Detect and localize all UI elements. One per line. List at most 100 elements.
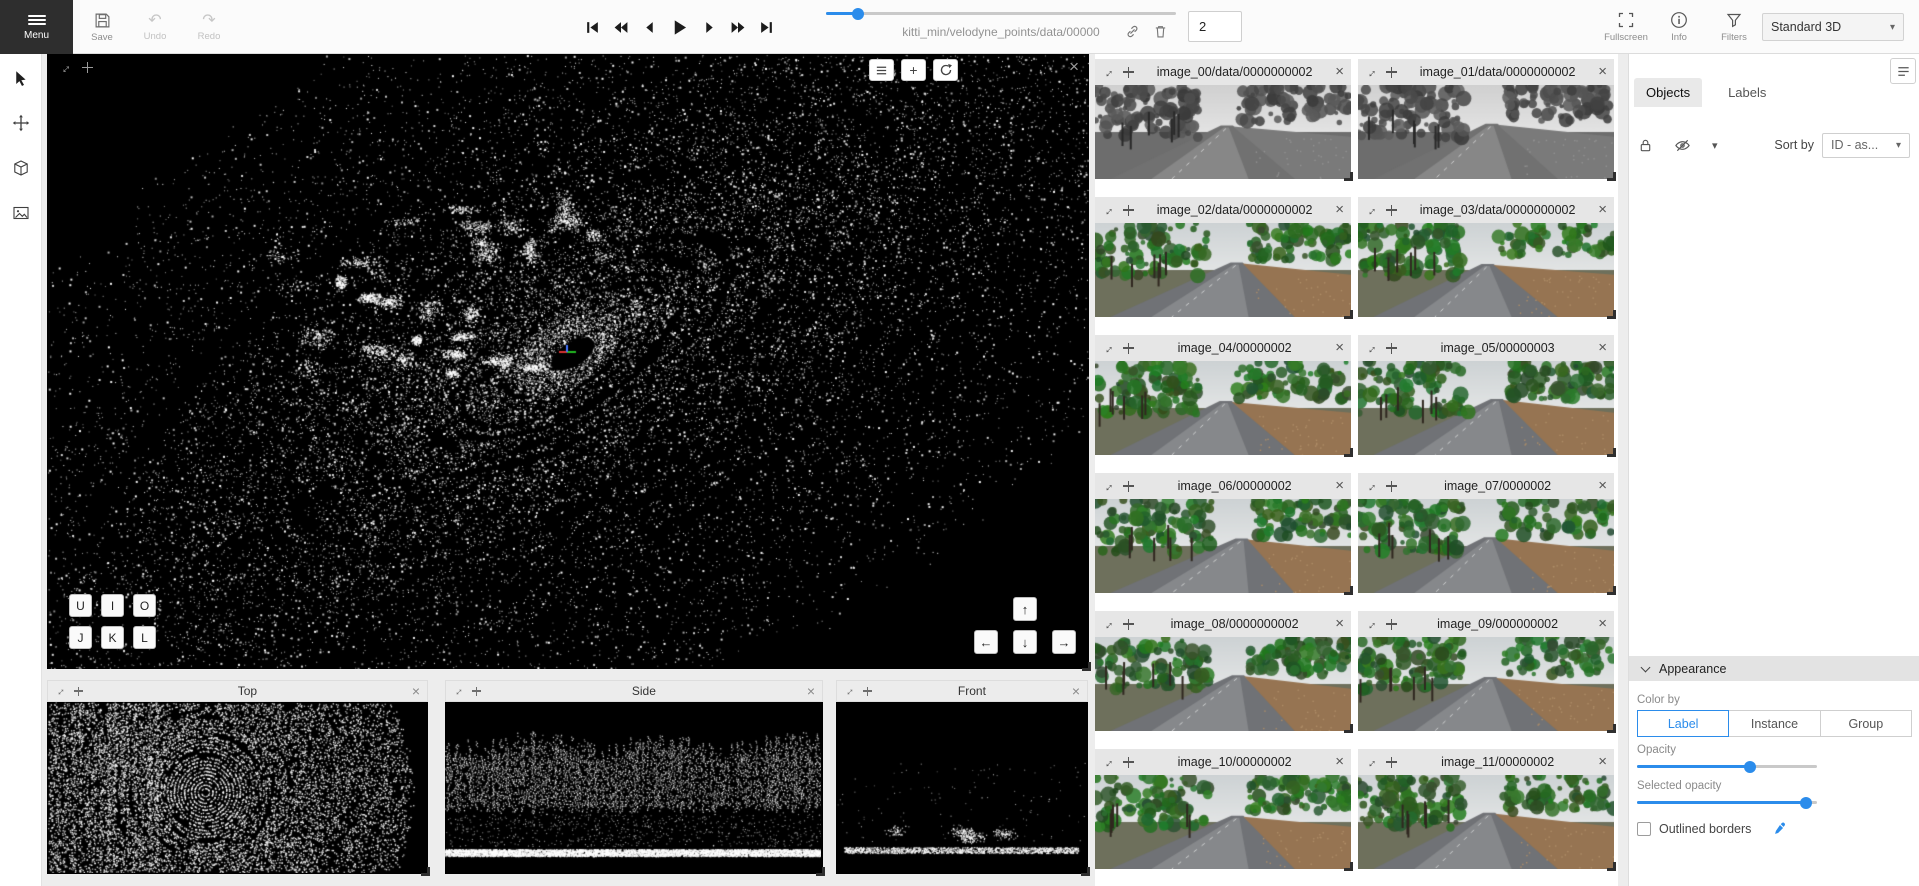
view-menu-button[interactable]	[869, 59, 894, 81]
camera-image[interactable]	[1358, 223, 1614, 317]
move-panel-icon[interactable]	[472, 687, 481, 696]
save-button[interactable]: Save	[82, 0, 122, 54]
tab-labels[interactable]: Labels	[1716, 78, 1778, 107]
undo-button[interactable]: ↶ Undo	[135, 0, 175, 54]
hide-all-icon[interactable]	[1674, 137, 1691, 154]
resize-handle[interactable]	[1082, 662, 1091, 671]
expand-icon[interactable]: ↔	[1362, 477, 1380, 495]
move-panel-icon[interactable]	[1123, 205, 1134, 216]
opacity-slider[interactable]	[1637, 760, 1817, 773]
close-icon[interactable]: ×	[807, 683, 815, 699]
move-panel-icon[interactable]	[74, 687, 83, 696]
close-icon[interactable]: ×	[1335, 341, 1344, 355]
expand-icon[interactable]: ↔	[841, 683, 858, 700]
expand-icon[interactable]: ↔	[1362, 615, 1380, 633]
close-icon[interactable]: ×	[1598, 341, 1607, 355]
expand-icon[interactable]: ↔	[1362, 339, 1380, 357]
close-icon[interactable]: ×	[412, 683, 420, 699]
menu-button[interactable]: Menu	[0, 0, 73, 54]
expand-icon[interactable]: ↔	[52, 683, 69, 700]
expand-icon[interactable]: ↔	[1362, 201, 1380, 219]
front-view-canvas[interactable]	[836, 702, 1086, 873]
camera-image[interactable]	[1358, 499, 1614, 593]
info-button[interactable]: Info	[1660, 0, 1698, 54]
expand-icon[interactable]: ↔	[55, 58, 73, 76]
appearance-header[interactable]: Appearance	[1629, 656, 1919, 681]
resize-handle[interactable]	[1344, 724, 1353, 733]
move-panel-icon[interactable]	[1123, 343, 1134, 354]
color-by-instance-option[interactable]: Instance	[1729, 710, 1820, 737]
move-panel-icon[interactable]	[1386, 67, 1397, 78]
camera-image[interactable]	[1358, 775, 1614, 869]
point-cloud-canvas[interactable]	[47, 54, 1089, 669]
expand-icon[interactable]: ↔	[1099, 201, 1117, 219]
camera-image[interactable]	[1095, 85, 1351, 179]
resize-handle[interactable]	[1607, 448, 1616, 457]
resize-handle[interactable]	[1607, 862, 1616, 871]
camera-image[interactable]	[1358, 85, 1614, 179]
move-panel-icon[interactable]	[82, 62, 93, 73]
close-icon[interactable]: ×	[1072, 683, 1080, 699]
move-panel-icon[interactable]	[1123, 757, 1134, 768]
skip-to-end-button[interactable]	[759, 20, 774, 35]
close-icon[interactable]: ×	[1598, 755, 1607, 769]
hotkey-u[interactable]: U	[69, 594, 92, 617]
move-tool-button[interactable]	[4, 105, 38, 141]
pan-up-button[interactable]: ↑	[1013, 597, 1037, 621]
resize-handle[interactable]	[816, 867, 825, 876]
play-button[interactable]	[670, 18, 689, 37]
close-icon[interactable]: ×	[1598, 479, 1607, 493]
move-panel-icon[interactable]	[1123, 619, 1134, 630]
move-panel-icon[interactable]	[1123, 481, 1134, 492]
camera-image[interactable]	[1095, 499, 1351, 593]
expand-icon[interactable]: ↔	[1099, 477, 1117, 495]
expand-icon[interactable]: ↔	[1362, 63, 1380, 81]
redo-button[interactable]: ↷ Redo	[189, 0, 229, 54]
color-by-label-option[interactable]: Label	[1637, 710, 1729, 737]
rewind-button[interactable]	[613, 20, 629, 35]
view-mode-select[interactable]: Standard 3D ▾	[1762, 13, 1904, 41]
expand-icon[interactable]: ↔	[1099, 63, 1117, 81]
expand-icon[interactable]: ↔	[1362, 753, 1380, 771]
close-icon[interactable]: ×	[1335, 479, 1344, 493]
pan-right-button[interactable]: →	[1052, 630, 1076, 654]
camera-image[interactable]	[1095, 361, 1351, 455]
frame-number-input[interactable]	[1188, 11, 1242, 42]
delete-icon[interactable]	[1153, 24, 1168, 39]
resize-handle[interactable]	[1344, 448, 1353, 457]
tab-objects[interactable]: Objects	[1634, 78, 1702, 107]
resize-handle[interactable]	[1607, 310, 1616, 319]
camera-image[interactable]	[1358, 361, 1614, 455]
panel-toggle-button[interactable]	[1890, 58, 1916, 84]
move-panel-icon[interactable]	[1386, 619, 1397, 630]
move-panel-icon[interactable]	[1386, 343, 1397, 354]
move-panel-icon[interactable]	[1386, 757, 1397, 768]
previous-frame-button[interactable]	[642, 20, 657, 35]
hotkey-o[interactable]: O	[133, 594, 156, 617]
add-object-button[interactable]: +	[901, 59, 926, 81]
pan-left-button[interactable]: ←	[974, 630, 998, 654]
close-icon[interactable]: ×	[1335, 755, 1344, 769]
timeline-slider[interactable]	[826, 7, 1176, 20]
filter-dropdown-icon[interactable]: ▾	[1712, 139, 1718, 152]
reset-view-button[interactable]	[933, 59, 958, 81]
cuboid-tool-button[interactable]	[4, 150, 38, 186]
hotkey-j[interactable]: J	[69, 626, 92, 649]
expand-icon[interactable]: ↔	[1099, 753, 1117, 771]
side-view-canvas[interactable]	[445, 702, 821, 873]
hotkey-k[interactable]: K	[101, 626, 124, 649]
resize-handle[interactable]	[421, 867, 430, 876]
slider-handle[interactable]	[1800, 797, 1812, 809]
fullscreen-button[interactable]: Fullscreen	[1602, 0, 1650, 54]
fast-forward-button[interactable]	[730, 20, 746, 35]
camera-image[interactable]	[1358, 637, 1614, 731]
hotkey-i[interactable]: I	[101, 594, 124, 617]
resize-handle[interactable]	[1081, 867, 1090, 876]
move-panel-icon[interactable]	[1386, 481, 1397, 492]
camera-image[interactable]	[1095, 637, 1351, 731]
resize-handle[interactable]	[1344, 310, 1353, 319]
expand-icon[interactable]: ↔	[450, 683, 467, 700]
close-icon[interactable]: ×	[1598, 617, 1607, 631]
image-tool-button[interactable]	[4, 195, 38, 231]
lock-icon[interactable]	[1638, 138, 1653, 153]
